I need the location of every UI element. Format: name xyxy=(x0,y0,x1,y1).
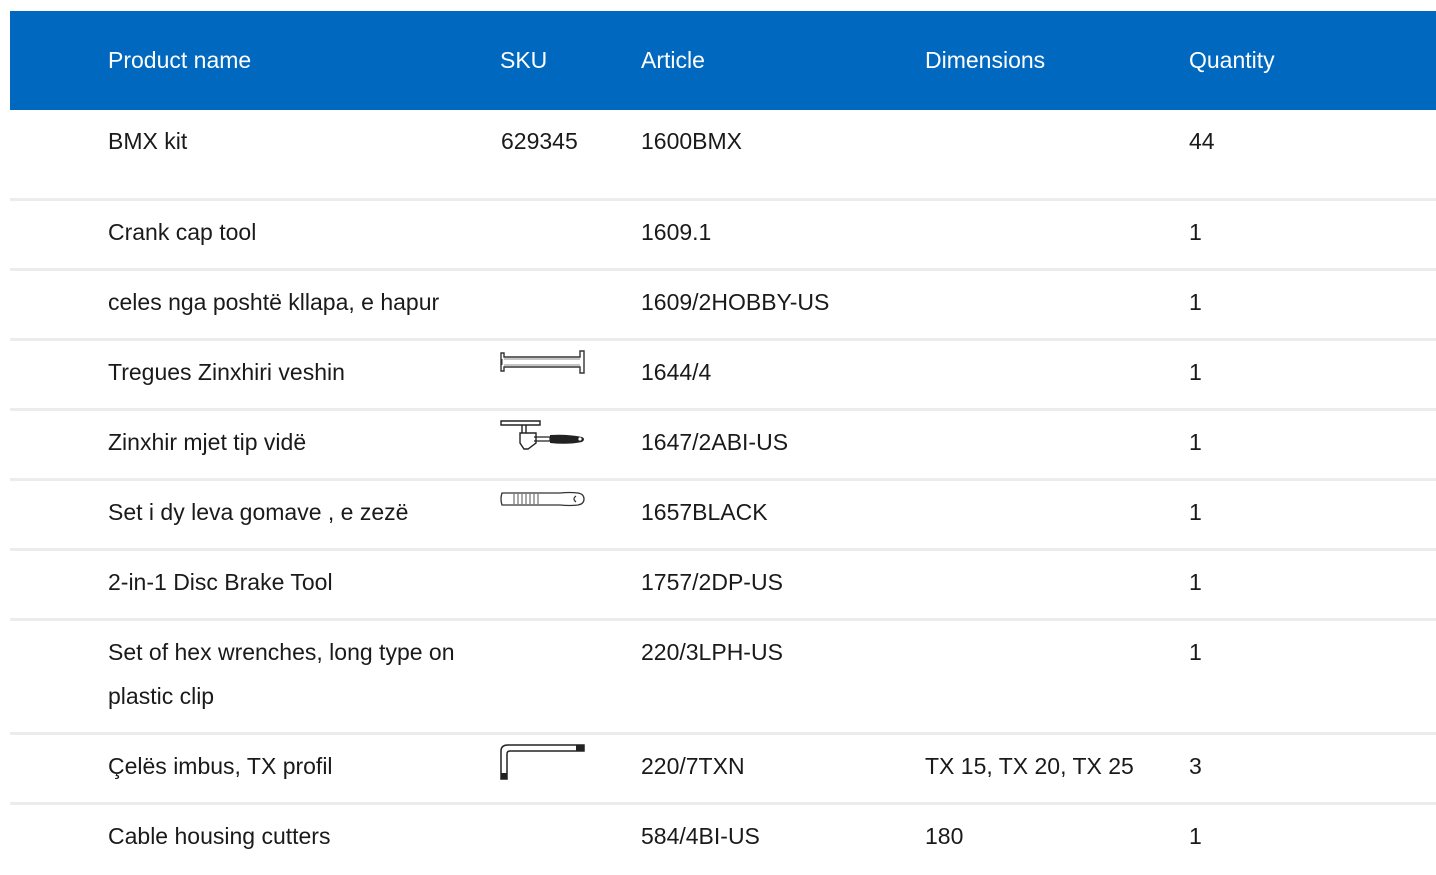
header-product-name[interactable]: Product name xyxy=(10,47,500,74)
article-number: 1609/2HOBBY-US xyxy=(641,289,830,315)
dimensions xyxy=(925,271,1189,338)
product-name: Crank cap tool xyxy=(108,219,257,245)
header-quantity[interactable]: Quantity xyxy=(1189,47,1436,74)
chain-tool-icon[interactable] xyxy=(500,419,586,459)
product-name: Set of hex wrenches, long type on plasti… xyxy=(108,639,455,709)
quantity: 44 xyxy=(1189,128,1215,154)
table-row: Çelës imbus, TX profil 220/7TXN TX 15, T… xyxy=(10,735,1436,805)
dimensions xyxy=(925,110,1189,198)
quantity: 1 xyxy=(1189,289,1202,315)
table-header: Product name SKU Article Dimensions Quan… xyxy=(10,11,1436,110)
table-row: Tregues Zinxhiri veshin 1644/4 1 xyxy=(10,341,1436,411)
quantity: 1 xyxy=(1189,219,1202,245)
sku-cell: 629345 xyxy=(500,110,641,198)
product-name: Zinxhir mjet tip vidë xyxy=(108,429,307,455)
product-table: Product name SKU Article Dimensions Quan… xyxy=(10,11,1436,875)
sku-cell xyxy=(500,411,641,478)
sku-cell xyxy=(500,621,641,732)
sku-cell xyxy=(500,481,641,548)
quantity: 3 xyxy=(1189,753,1202,779)
article-number: 220/3LPH-US xyxy=(641,639,783,665)
header-article[interactable]: Article xyxy=(641,47,925,74)
dimensions xyxy=(925,411,1189,478)
product-name: BMX kit xyxy=(108,128,188,154)
product-name: Tregues Zinxhiri veshin xyxy=(108,359,345,385)
header-sku[interactable]: SKU xyxy=(500,47,641,74)
article-number: 220/7TXN xyxy=(641,753,745,779)
product-name: Çelës imbus, TX profil xyxy=(108,753,333,779)
article-number: 1644/4 xyxy=(641,359,712,385)
quantity: 1 xyxy=(1189,639,1202,665)
quantity: 1 xyxy=(1189,499,1202,525)
dimensions xyxy=(925,621,1189,732)
quantity: 1 xyxy=(1189,429,1202,455)
sku-cell xyxy=(500,271,641,338)
table-row: Set of hex wrenches, long type on plasti… xyxy=(10,621,1436,735)
article-number: 1657BLACK xyxy=(641,499,768,525)
dimensions xyxy=(925,551,1189,618)
table-row: Crank cap tool 1609.1 1 xyxy=(10,201,1436,271)
sku-cell xyxy=(500,551,641,618)
dimensions xyxy=(925,201,1189,268)
dimensions xyxy=(925,341,1189,408)
chain-wear-gauge-icon[interactable] xyxy=(500,349,586,389)
article-number: 1757/2DP-US xyxy=(641,569,783,595)
product-name: 2-in-1 Disc Brake Tool xyxy=(108,569,333,595)
table-row: Zinxhir mjet tip vidë 1647/2ABI-US 1 xyxy=(10,411,1436,481)
sku-cell xyxy=(500,735,641,802)
product-name: celes nga poshtë kllapa, e hapur xyxy=(108,289,440,315)
tire-lever-icon[interactable] xyxy=(500,489,586,529)
dimensions: TX 15, TX 20, TX 25 xyxy=(925,753,1134,779)
quantity: 1 xyxy=(1189,569,1202,595)
torx-key-icon[interactable] xyxy=(500,743,586,783)
article-number: 1600BMX xyxy=(641,128,743,154)
table-row: Set i dy leva gomave , e zezë 1657BLACK … xyxy=(10,481,1436,551)
sku-cell xyxy=(500,341,641,408)
table-row: BMX kit 629345 1600BMX 44 xyxy=(10,110,1436,201)
dimensions xyxy=(925,481,1189,548)
sku-cell xyxy=(500,201,641,268)
sku-value: 629345 xyxy=(501,128,578,154)
header-dimensions[interactable]: Dimensions xyxy=(925,47,1189,74)
quantity: 1 xyxy=(1189,359,1202,385)
table-row: celes nga poshtë kllapa, e hapur 1609/2H… xyxy=(10,271,1436,341)
article-number: 1647/2ABI-US xyxy=(641,429,789,455)
product-name: Set i dy leva gomave , e zezë xyxy=(108,499,409,525)
table-row: 2-in-1 Disc Brake Tool 1757/2DP-US 1 xyxy=(10,551,1436,621)
article-number: 1609.1 xyxy=(641,219,712,245)
